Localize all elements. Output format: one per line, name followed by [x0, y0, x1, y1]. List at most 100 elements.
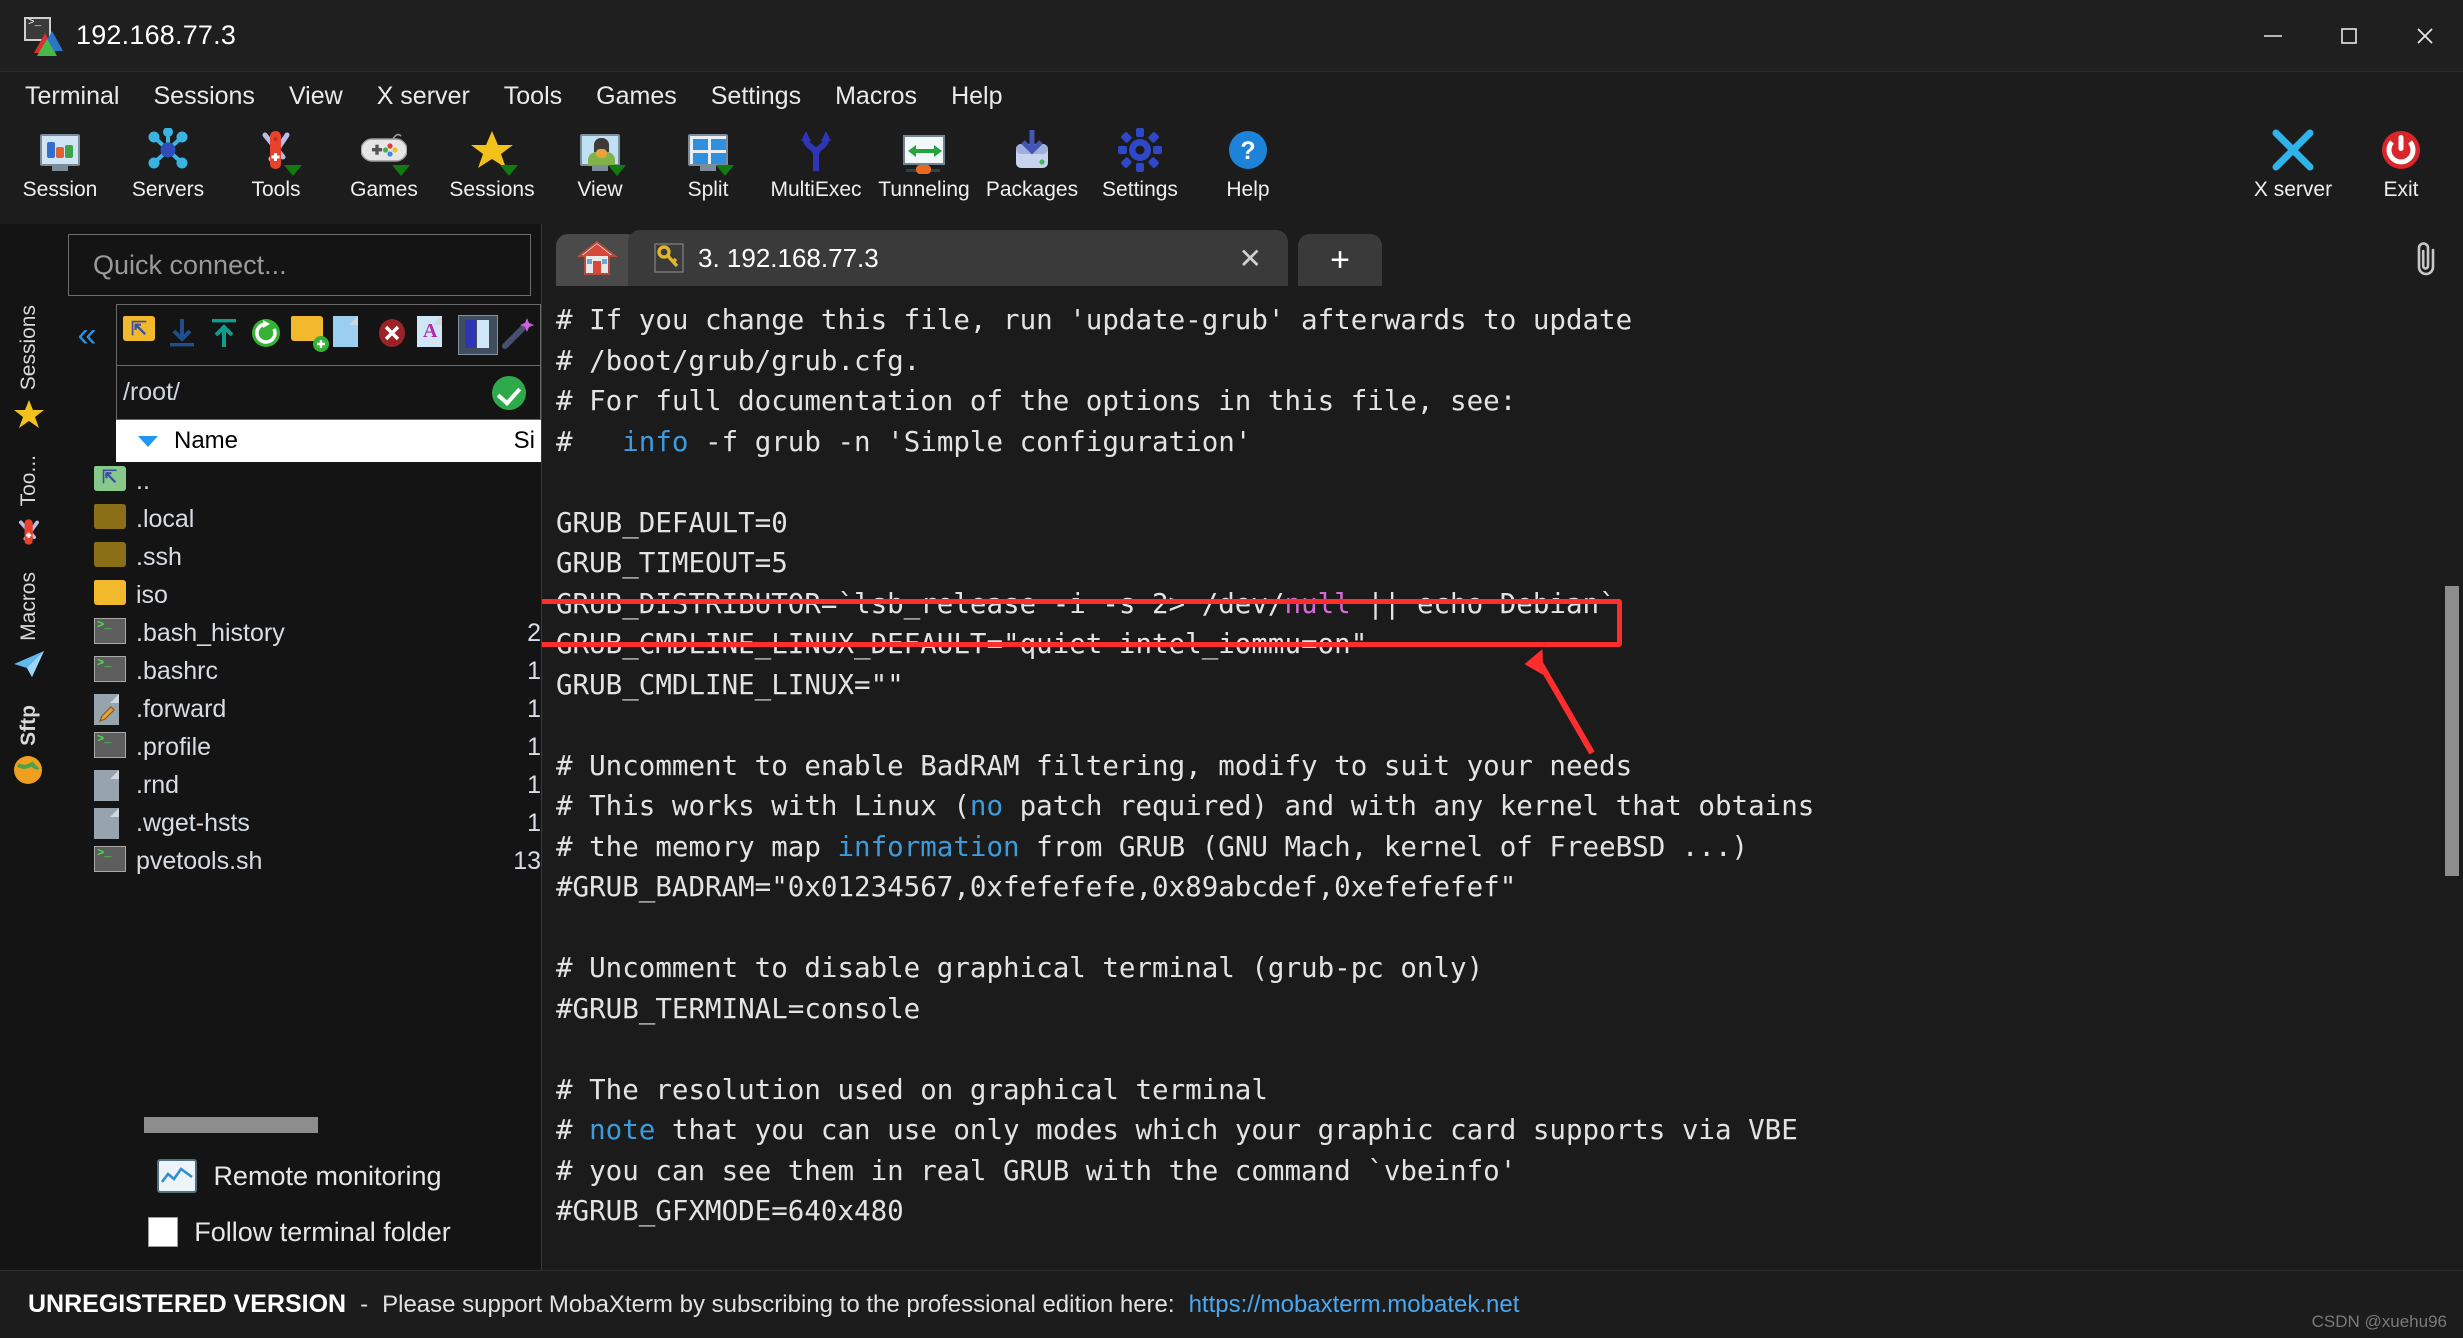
- terminal-span: # you can see them in real GRUB with the…: [556, 1154, 1517, 1187]
- toolbar-tools-label: Tools: [251, 178, 301, 201]
- new-file-icon[interactable]: [333, 316, 371, 354]
- sort-descending-icon[interactable]: [138, 435, 158, 447]
- new-tab-button[interactable]: +: [1298, 234, 1382, 286]
- tab-session[interactable]: 3. 192.168.77.3 ✕: [628, 230, 1288, 286]
- list-item[interactable]: .bashrc 1: [58, 652, 541, 690]
- list-item[interactable]: .bash_history 2: [58, 614, 541, 652]
- file-name: .rnd: [136, 770, 180, 799]
- terminal-line: GRUB_CMDLINE_LINUX_DEFAULT="quiet intel_…: [556, 624, 2463, 665]
- menu-tools[interactable]: Tools: [487, 78, 579, 115]
- list-item[interactable]: .forward 1: [58, 690, 541, 728]
- file-icon: [94, 770, 128, 801]
- toolbar-split[interactable]: Split: [654, 120, 762, 202]
- menu-sessions[interactable]: Sessions: [136, 78, 271, 115]
- terminal-scrollbar[interactable]: [2445, 586, 2459, 876]
- paperclip-icon[interactable]: [2411, 240, 2441, 276]
- file-list[interactable]: ⇱ .. .local .ssh iso >_ .bash_history 2 …: [58, 462, 541, 1114]
- remote-monitoring-button[interactable]: Remote monitoring: [58, 1148, 541, 1204]
- list-item[interactable]: .local: [58, 500, 541, 538]
- toolbar-exit[interactable]: Exit: [2347, 120, 2455, 202]
- quick-connect-input[interactable]: Quick connect...: [68, 234, 531, 296]
- games-icon: [360, 126, 410, 176]
- delete-icon[interactable]: [375, 316, 413, 354]
- terminal-span: note: [589, 1114, 656, 1146]
- list-item[interactable]: pvetools.sh 13: [58, 842, 541, 880]
- sftp-panel: Quick connect... « ⇱ A /root/ Name Si ⇱ …: [0, 224, 542, 1270]
- column-header-name[interactable]: Name: [174, 427, 514, 455]
- menu-settings[interactable]: Settings: [694, 78, 818, 115]
- magic-wand-icon[interactable]: [501, 316, 539, 354]
- toolbar-help-label: Help: [1226, 178, 1270, 201]
- maximize-icon[interactable]: [2311, 0, 2387, 72]
- sftp-toolbar: ⇱ A: [116, 304, 541, 366]
- footer-message: Please support MobaXterm by subscribing …: [382, 1290, 1175, 1318]
- toolbar-settings[interactable]: Settings: [1086, 120, 1194, 202]
- menu-x-server[interactable]: X server: [360, 78, 487, 115]
- minimize-icon[interactable]: [2235, 0, 2311, 72]
- terminal-span: no: [969, 790, 1004, 822]
- file-name: .bash_history: [136, 618, 285, 647]
- menu-games[interactable]: Games: [579, 78, 694, 115]
- file-name: .bashrc: [136, 656, 218, 685]
- toolbar-x-server[interactable]: X server: [2239, 120, 2347, 202]
- folder-up-icon[interactable]: ⇱: [123, 316, 161, 354]
- toolbar-tools[interactable]: Tools: [222, 120, 330, 202]
- list-item[interactable]: ⇱ ..: [58, 462, 541, 500]
- toolbar-sessions[interactable]: Sessions: [438, 120, 546, 202]
- terminal-span: information: [837, 830, 1020, 863]
- toolbar-multiexec[interactable]: MultiExec: [762, 120, 870, 202]
- file-icon: [94, 808, 128, 839]
- terminal-line: #GRUB_TERMINAL=console: [556, 989, 2463, 1030]
- toolbar-games[interactable]: Games: [330, 120, 438, 202]
- toolbar-servers[interactable]: Servers: [114, 120, 222, 202]
- toolbar-session[interactable]: Session: [6, 120, 114, 202]
- follow-terminal-folder-row[interactable]: Follow terminal folder: [58, 1204, 541, 1260]
- toolbar-help[interactable]: ? Help: [1194, 120, 1302, 202]
- terminal-span: #: [556, 1114, 590, 1146]
- new-folder-icon[interactable]: [291, 316, 329, 354]
- menu-terminal[interactable]: Terminal: [8, 78, 136, 115]
- terminal-span: GRUB_CMDLINE_LINUX_DEFAULT="quiet intel_…: [556, 628, 1368, 660]
- terminal-line: #GRUB_GFXMODE=640x480: [556, 1191, 2463, 1232]
- list-item[interactable]: iso: [58, 576, 541, 614]
- menu-macros[interactable]: Macros: [818, 78, 934, 115]
- list-item[interactable]: .wget-hsts 1: [58, 804, 541, 842]
- scrollbar-thumb[interactable]: [144, 1117, 318, 1133]
- follow-terminal-folder-checkbox[interactable]: [148, 1217, 179, 1247]
- exit-power-icon: [2377, 126, 2425, 174]
- text-file-icon[interactable]: A: [417, 316, 455, 354]
- list-item[interactable]: .profile 1: [58, 728, 541, 766]
- tab-home[interactable]: [556, 234, 638, 286]
- split-view-icon[interactable]: [458, 315, 498, 355]
- mobaxterm-logo-icon: [24, 16, 63, 56]
- toolbar-right-group: X server Exit: [2239, 120, 2455, 202]
- menu-help[interactable]: Help: [934, 78, 1019, 115]
- remote-monitoring-label: Remote monitoring: [213, 1160, 442, 1191]
- mobaxterm-link[interactable]: https://mobaxterm.mobatek.net: [1189, 1291, 1520, 1319]
- file-name: iso: [136, 580, 168, 609]
- collapse-panel-button[interactable]: «: [58, 304, 116, 462]
- title-bar: 192.168.77.3: [0, 0, 2463, 72]
- terminal-output[interactable]: # If you change this file, run 'update-g…: [542, 286, 2463, 1270]
- download-icon[interactable]: [165, 316, 203, 354]
- terminal-line: # If you change this file, run 'update-g…: [556, 300, 2463, 341]
- toolbar-view[interactable]: View: [546, 120, 654, 202]
- list-item[interactable]: .rnd 1: [58, 766, 541, 804]
- path-bar[interactable]: /root/: [116, 366, 541, 420]
- sidebar-label-sftp: Sftp: [17, 705, 40, 747]
- terminal-span: GRUB_DISTRIBUTOR=`lsb_release -i -s 2> /…: [556, 587, 1285, 620]
- toolbar-packages[interactable]: Packages: [978, 120, 1086, 202]
- sidebar-label-tools: Too...: [16, 455, 40, 507]
- menu-view[interactable]: View: [272, 78, 360, 115]
- window-title: 192.168.77.3: [76, 20, 237, 50]
- refresh-icon[interactable]: [249, 316, 287, 354]
- tab-close-icon[interactable]: ✕: [1223, 242, 1278, 275]
- list-item[interactable]: .ssh: [58, 538, 541, 576]
- close-icon[interactable]: [2387, 0, 2463, 72]
- toolbar-tunneling[interactable]: Tunneling: [870, 120, 978, 202]
- terminal-span: GRUB_TIMEOUT=5: [556, 547, 788, 579]
- terminal-line: # you can see them in real GRUB with the…: [556, 1151, 2463, 1192]
- column-header-size[interactable]: Si: [514, 427, 541, 455]
- upload-icon[interactable]: [207, 316, 245, 354]
- horizontal-scrollbar[interactable]: [58, 1114, 541, 1136]
